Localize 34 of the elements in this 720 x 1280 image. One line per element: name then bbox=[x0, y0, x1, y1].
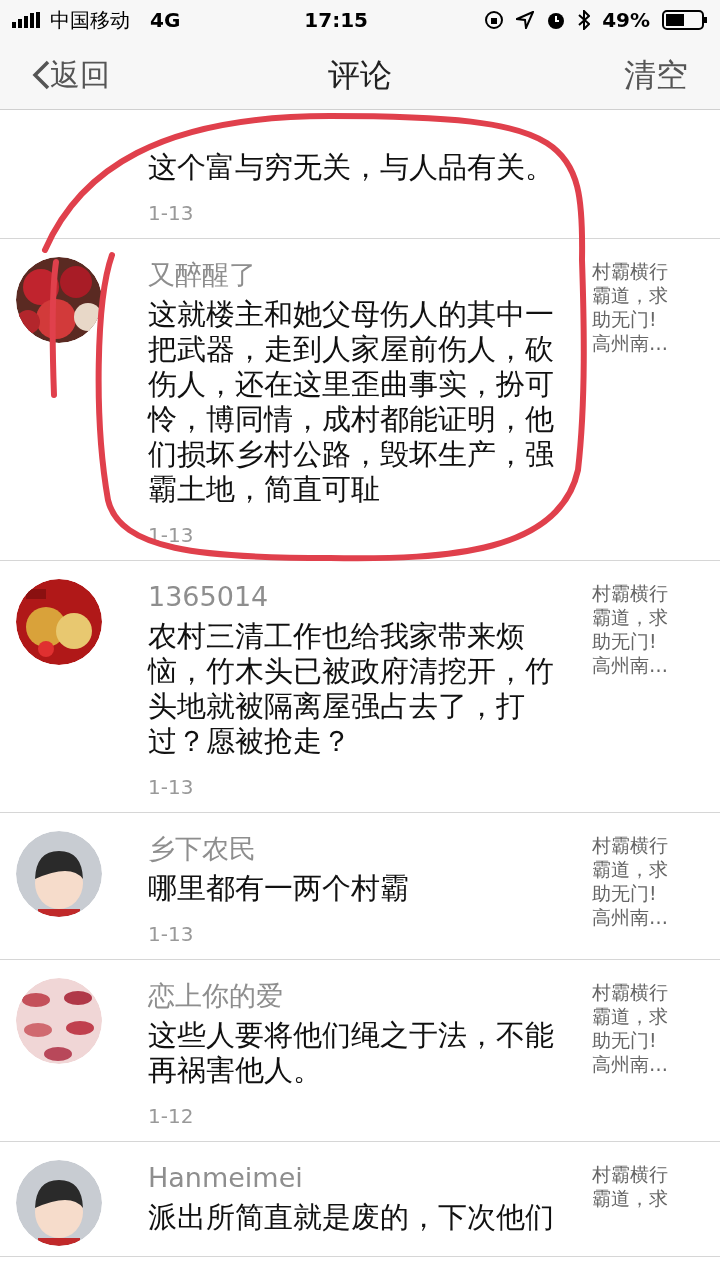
comment-text: 这个富与穷无关，与人品有关。 bbox=[148, 150, 555, 185]
commenter-name: 1365014 bbox=[148, 580, 270, 614]
page-title: 评论 bbox=[328, 54, 392, 96]
comment-text: 哪里都有一两个村霸 bbox=[148, 871, 410, 906]
comment-date: 1-12 bbox=[148, 1103, 195, 1130]
comment-text: 这些人要将他们绳之于法，不能再祸害他人。 bbox=[148, 1018, 555, 1088]
bluetooth-icon bbox=[578, 10, 591, 30]
alarm-icon bbox=[546, 10, 567, 30]
post-snippet: 村霸横行霸道，求助无门!高州南… bbox=[592, 259, 669, 356]
post-snippet: 村霸横行霸道，求助无门!高州南… bbox=[592, 833, 669, 930]
comment-date: 1-13 bbox=[148, 200, 195, 227]
comment-text: 派出所简直就是废的，下次他们 bbox=[148, 1200, 555, 1235]
comment-text: 这就楼主和她父母伤人的其中一把武器，走到人家屋前伤人，砍伤人，还在这里歪曲事实，扮可怜，博同情，成村都能证明，他们损坏乡村公路，毁坏生产，强霸土地，简直可耻 bbox=[148, 297, 555, 507]
chevron-left-icon bbox=[32, 59, 50, 90]
comment-text: 农村三清工作也给我家带来烦恼，竹木头已被政府清挖开，竹头地就被隔离屋强占去了，打过？愿被抢走？ bbox=[148, 619, 555, 759]
commenter-name: 恋上你的爱 bbox=[148, 979, 284, 1013]
commenter-name: Hanmeimei bbox=[148, 1161, 304, 1195]
rotation-lock-icon bbox=[484, 10, 505, 30]
battery-icon bbox=[662, 10, 708, 30]
commenter-name: 乡下农民 bbox=[148, 832, 257, 866]
commenter-name: 又醉醒了 bbox=[148, 258, 257, 292]
time-label: 17:15 bbox=[304, 7, 368, 34]
post-snippet: 村霸横行霸道，求助无门!高州南… bbox=[592, 581, 669, 678]
network-label: 4G bbox=[150, 7, 181, 34]
battery-percent: 49% bbox=[602, 7, 650, 34]
clear-button[interactable]: 清空 bbox=[624, 50, 688, 99]
comment-date: 1-13 bbox=[148, 921, 195, 948]
comment-date: 1-13 bbox=[148, 774, 195, 801]
post-snippet: 村霸横行霸道，求 bbox=[592, 1162, 669, 1211]
signal-icon bbox=[12, 12, 42, 28]
post-snippet: 村霸横行霸道，求助无门!高州南… bbox=[592, 980, 669, 1077]
back-button[interactable]: 返回 bbox=[32, 52, 110, 97]
carrier-label: 中国移动 bbox=[50, 7, 130, 34]
location-icon bbox=[516, 11, 535, 29]
